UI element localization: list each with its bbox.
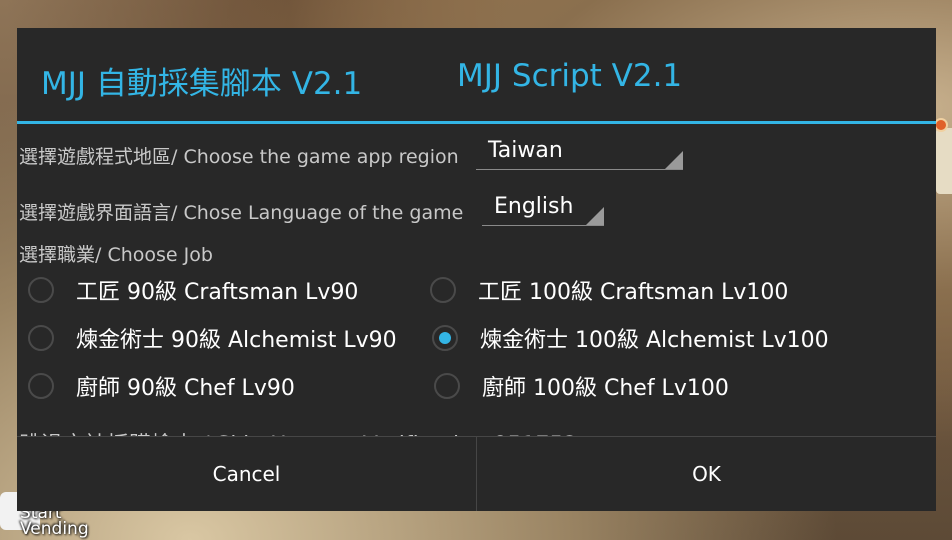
job-option-label: 煉金術士 90級 Alchemist Lv90	[76, 328, 397, 353]
job-radio-chef-100[interactable]: 廚師 100級 Chef Lv100	[434, 371, 729, 401]
dialog-footer: Cancel OK	[17, 436, 936, 511]
region-selected-value: Taiwan	[488, 138, 563, 163]
radio-button[interactable]	[28, 373, 54, 399]
cancel-button[interactable]: Cancel	[17, 437, 476, 511]
job-label: 選擇職業/ Choose Job	[19, 244, 213, 266]
job-radio-chef-90[interactable]: 廚師 90級 Chef Lv90	[28, 371, 295, 401]
language-select[interactable]: English	[482, 192, 604, 226]
game-side-panel	[936, 128, 952, 194]
dialog-content[interactable]: 選擇遊戲程式地區/ Choose the game app region Tai…	[17, 127, 936, 437]
game-orb-icon	[934, 118, 948, 132]
job-radio-alchemist-90[interactable]: 煉金術士 90級 Alchemist Lv90	[28, 323, 397, 353]
job-option-label: 工匠 90級 Craftsman Lv90	[76, 280, 359, 305]
region-select[interactable]: Taiwan	[476, 136, 683, 170]
job-option-label: 廚師 90級 Chef Lv90	[76, 376, 295, 401]
ok-button[interactable]: OK	[476, 437, 936, 511]
dialog-title-chinese: MJJ 自動採集腳本 V2.1	[41, 66, 363, 102]
radio-button[interactable]	[430, 277, 456, 303]
dialog-title-english: MJJ Script V2.1	[457, 58, 683, 94]
job-option-label: 煉金術士 100級 Alchemist Lv100	[480, 328, 829, 353]
dropdown-arrow-icon	[665, 151, 683, 169]
job-radio-craftsman-100[interactable]: 工匠 100級 Craftsman Lv100	[430, 275, 788, 305]
job-option-label: 廚師 100級 Chef Lv100	[482, 376, 729, 401]
radio-button[interactable]	[28, 277, 54, 303]
dropdown-arrow-icon	[586, 207, 604, 225]
vending-label-line2: Vending	[20, 519, 89, 539]
language-selected-value: English	[494, 194, 574, 219]
dialog-header: MJJ 自動採集腳本 V2.1 MJJ Script V2.1	[17, 28, 936, 124]
radio-button[interactable]	[28, 325, 54, 351]
radio-button[interactable]	[434, 373, 460, 399]
job-radio-alchemist-100[interactable]: 煉金術士 100級 Alchemist Lv100	[432, 323, 829, 353]
job-radio-craftsman-90[interactable]: 工匠 90級 Craftsman Lv90	[28, 275, 358, 305]
settings-dialog: MJJ 自動採集腳本 V2.1 MJJ Script V2.1 選擇遊戲程式地區…	[17, 28, 936, 511]
radio-button-checked[interactable]	[432, 325, 458, 351]
language-label: 選擇遊戲界面語言/ Chose Language of the game	[19, 202, 464, 224]
region-label: 選擇遊戲程式地區/ Choose the game app region	[19, 146, 459, 168]
job-option-label: 工匠 100級 Craftsman Lv100	[478, 280, 789, 305]
